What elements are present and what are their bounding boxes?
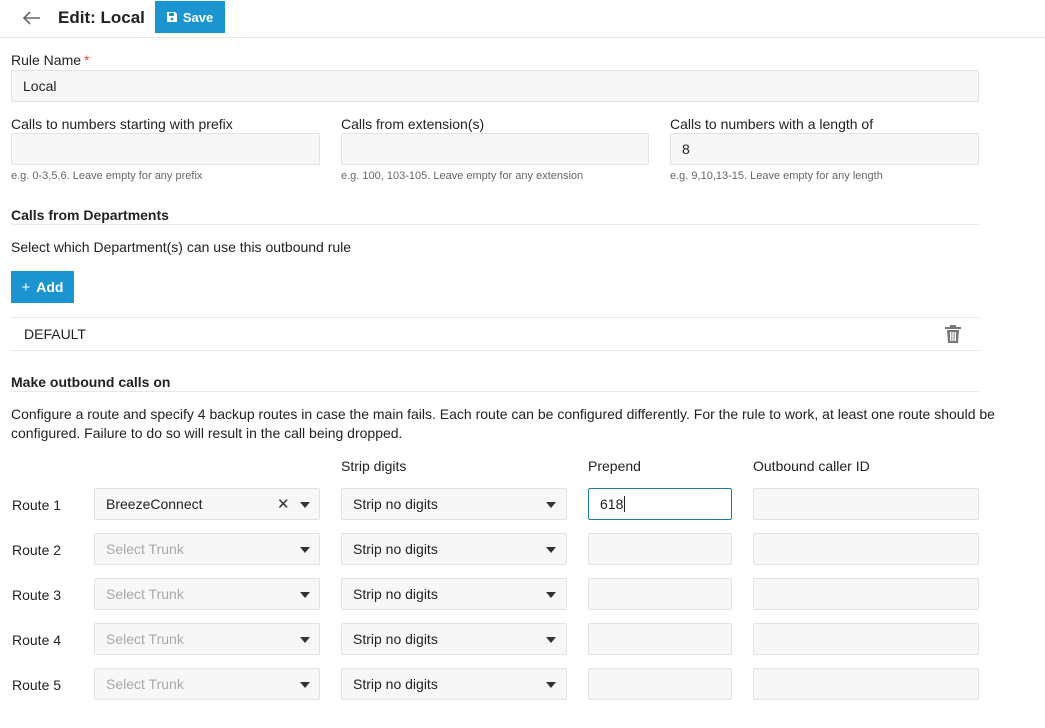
caret-down-icon [546, 637, 556, 643]
top-bar: Edit: Local Save [0, 0, 1045, 38]
length-hint: e.g. 9,10,13-15. Leave empty for any len… [670, 170, 883, 182]
strip-digits-value: Strip no digits [353, 676, 438, 692]
trunk-placeholder: Select Trunk [106, 631, 184, 647]
trunk-placeholder: Select Trunk [106, 541, 184, 557]
caret-down-icon [546, 592, 556, 598]
list-item: DEFAULT [11, 317, 979, 351]
length-input[interactable]: 8 [670, 133, 979, 165]
strip-digits-value: Strip no digits [353, 541, 438, 557]
caret-down-icon [300, 682, 310, 688]
department-name: DEFAULT [24, 326, 86, 342]
prepend-input[interactable] [588, 533, 732, 565]
caller-id-input[interactable] [753, 668, 979, 700]
caret-down-icon [546, 502, 556, 508]
plus-icon: + [21, 278, 31, 296]
route-label: Route 5 [12, 677, 62, 693]
strip-digits-select[interactable]: Strip no digits [341, 578, 567, 610]
extensions-label: Calls from extension(s) [341, 116, 485, 132]
strip-digits-header: Strip digits [341, 458, 407, 474]
caret-down-icon [300, 592, 310, 598]
arrow-left-icon [23, 11, 40, 25]
route-label: Route 2 [12, 542, 62, 558]
trunk-placeholder: Select Trunk [106, 586, 184, 602]
rule-name-label: Rule Name * [11, 52, 89, 68]
strip-digits-select[interactable]: Strip no digits [341, 533, 567, 565]
strip-digits-value: Strip no digits [353, 496, 438, 512]
caret-down-icon [546, 547, 556, 553]
departments-description: Select which Department(s) can use this … [11, 239, 352, 255]
outbound-description-line2: configured. Failure to do so will result… [11, 425, 403, 441]
prepend-value: 618 [600, 496, 624, 512]
caller-id-input[interactable] [753, 578, 979, 610]
outbound-description-line1: Configure a route and specify 4 backup r… [11, 406, 995, 422]
strip-digits-select[interactable]: Strip no digits [341, 488, 567, 520]
caller-id-input[interactable] [753, 533, 979, 565]
trunk-select[interactable]: BreezeConnect ✕ [94, 488, 320, 520]
route-label: Route 3 [12, 587, 62, 603]
route-label: Route 4 [12, 632, 62, 648]
trunk-select[interactable]: Select Trunk [94, 668, 320, 700]
rule-name-input[interactable]: Local [11, 70, 979, 102]
save-button-label: Save [182, 9, 214, 25]
length-label: Calls to numbers with a length of [670, 116, 874, 132]
trunk-placeholder: Select Trunk [106, 676, 184, 692]
caret-down-icon [300, 502, 310, 508]
caret-down-icon [300, 637, 310, 643]
caller-id-header: Outbound caller ID [753, 458, 870, 474]
page-title: Edit: Local [58, 8, 145, 27]
outbound-section-title: Make outbound calls on [11, 374, 171, 390]
rule-name-label-text: Rule Name [11, 52, 82, 68]
strip-digits-value: Strip no digits [353, 586, 438, 602]
caller-id-input[interactable] [753, 623, 979, 655]
save-button[interactable]: Save [155, 1, 225, 33]
required-mark: * [84, 52, 90, 68]
caret-down-icon [300, 547, 310, 553]
prepend-header: Prepend [588, 458, 641, 474]
add-button-label: Add [36, 279, 64, 295]
prefix-input[interactable] [11, 133, 320, 165]
caller-id-input[interactable] [753, 488, 979, 520]
route-label: Route 1 [12, 497, 62, 513]
prefix-label: Calls to numbers starting with prefix [11, 116, 233, 132]
outbound-divider [11, 391, 979, 392]
strip-digits-select[interactable]: Strip no digits [341, 623, 567, 655]
caret-down-icon [546, 682, 556, 688]
add-department-button[interactable]: + Add [11, 271, 74, 303]
text-cursor [624, 496, 626, 512]
length-value: 8 [682, 141, 690, 157]
trunk-select[interactable]: Select Trunk [94, 533, 320, 565]
departments-divider [11, 224, 979, 225]
departments-section-title: Calls from Departments [11, 207, 169, 223]
rule-name-value: Local [23, 78, 57, 94]
extensions-input[interactable] [341, 133, 649, 165]
trunk-value: BreezeConnect [106, 496, 203, 512]
back-button[interactable] [20, 6, 44, 30]
strip-digits-select[interactable]: Strip no digits [341, 668, 567, 700]
trash-icon[interactable] [945, 325, 961, 343]
prepend-input[interactable]: 618 [588, 488, 732, 520]
prepend-input[interactable] [588, 578, 732, 610]
close-icon[interactable]: ✕ [277, 495, 290, 513]
strip-digits-value: Strip no digits [353, 631, 438, 647]
floppy-disk-icon [166, 12, 177, 22]
prepend-input[interactable] [588, 668, 732, 700]
prepend-input[interactable] [588, 623, 732, 655]
extensions-hint: e.g. 100, 103-105. Leave empty for any e… [341, 170, 584, 182]
trunk-select[interactable]: Select Trunk [94, 578, 320, 610]
prefix-hint: e.g. 0-3,5,6. Leave empty for any prefix [11, 170, 203, 182]
trunk-select[interactable]: Select Trunk [94, 623, 320, 655]
